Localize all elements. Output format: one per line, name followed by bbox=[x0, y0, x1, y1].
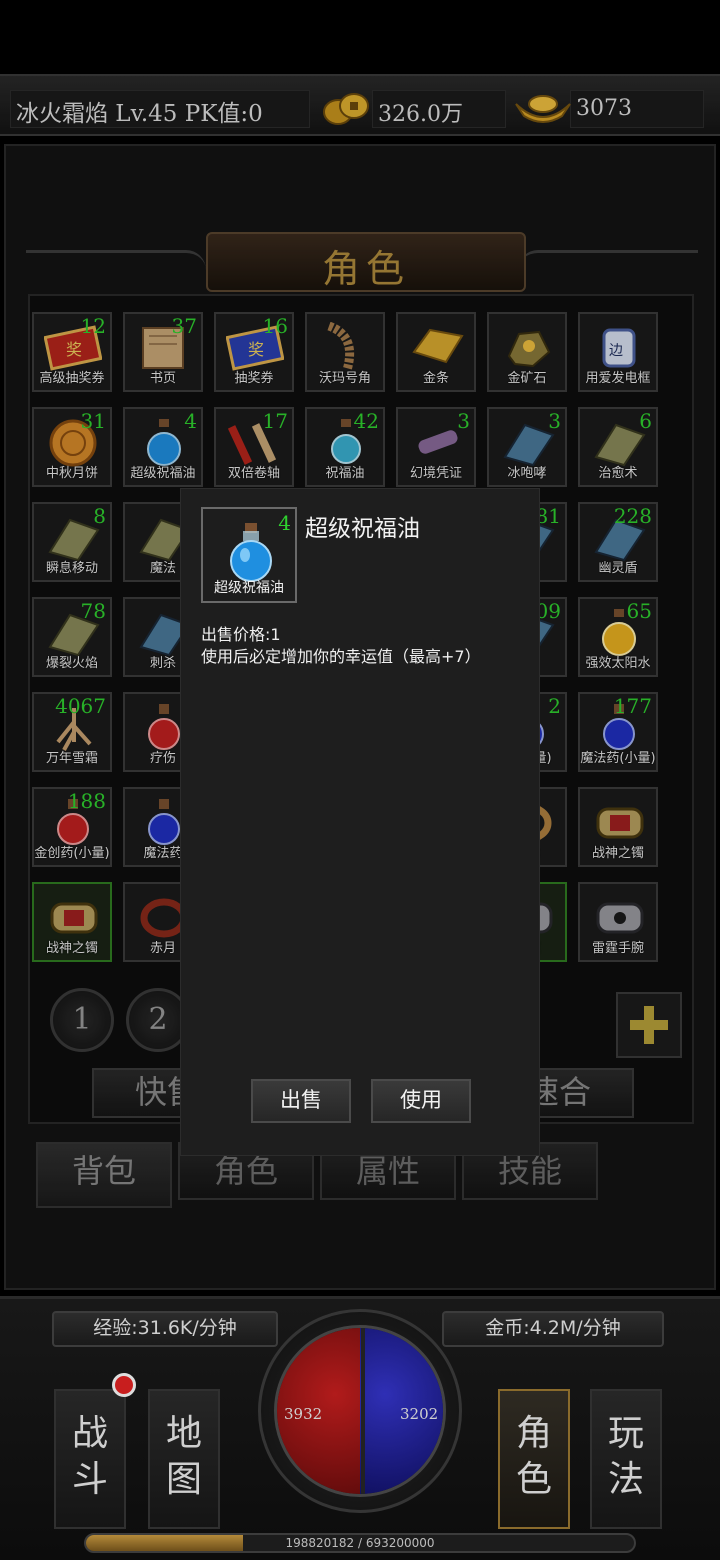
battle-notification-dot bbox=[112, 1373, 136, 1397]
sell-button[interactable]: 出售 bbox=[251, 1079, 351, 1123]
sell-price: 出售价格:1 bbox=[201, 625, 281, 644]
item-detail-dialog: 4 超级祝福油 超级祝福油 出售价格:1 使用后必定增加你的幸运值（最高+7） … bbox=[180, 488, 540, 1156]
character-button[interactable]: 角 色 bbox=[498, 1389, 570, 1529]
dialog-item-name: 超级祝福油 bbox=[214, 580, 284, 596]
exp-bar: 198820182 / 693200000 bbox=[84, 1533, 636, 1553]
mp-value: 3202 bbox=[400, 1405, 439, 1423]
battle-label: 战 斗 bbox=[71, 1413, 108, 1500]
blessing-oil-icon bbox=[230, 523, 272, 582]
item-description: 使用后必定增加你的幸运值（最高+7） bbox=[201, 647, 481, 666]
orb-divider bbox=[361, 1328, 365, 1494]
map-button[interactable]: 地 图 bbox=[148, 1389, 220, 1529]
exp-text: 198820182 / 693200000 bbox=[285, 1536, 435, 1550]
dialog-item-qty: 4 bbox=[278, 511, 291, 535]
character-label: 角 色 bbox=[515, 1413, 552, 1500]
gameplay-label: 玩 法 bbox=[607, 1413, 644, 1500]
use-button[interactable]: 使用 bbox=[371, 1079, 471, 1123]
bottom-hud: 经验:31.6K/分钟 金币:4.2M/分钟 战 斗 地 图 角 色 玩 法 3… bbox=[0, 1296, 720, 1560]
dialog-title: 超级祝福油 bbox=[305, 516, 420, 542]
gold-rate: 金币:4.2M/分钟 bbox=[442, 1311, 664, 1347]
dialog-item-slot: 4 超级祝福油 bbox=[201, 507, 297, 603]
gameplay-button[interactable]: 玩 法 bbox=[590, 1389, 662, 1529]
map-label: 地 图 bbox=[165, 1413, 202, 1500]
hp-value: 3932 bbox=[284, 1405, 323, 1423]
exp-rate: 经验:31.6K/分钟 bbox=[52, 1311, 278, 1347]
battle-button[interactable]: 战 斗 bbox=[54, 1389, 126, 1529]
